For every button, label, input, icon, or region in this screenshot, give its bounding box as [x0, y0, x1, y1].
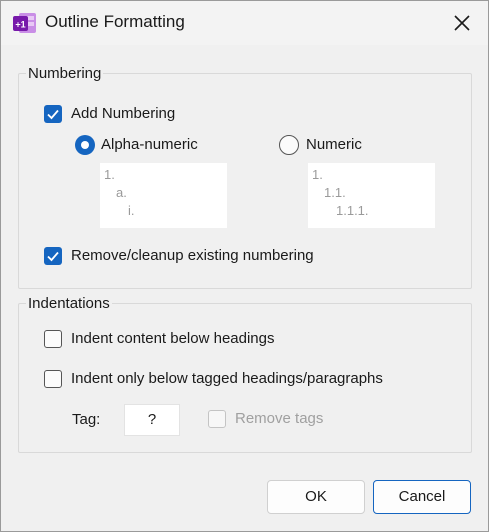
preview-line: i.: [128, 203, 135, 218]
alpha-numeric-preview: 1. a. i.: [100, 163, 227, 228]
numeric-label[interactable]: Numeric: [306, 136, 362, 153]
preview-line: a.: [116, 185, 127, 200]
preview-line: 1.: [104, 167, 115, 182]
remove-tags-label: Remove tags: [235, 410, 324, 427]
close-icon[interactable]: [447, 8, 477, 38]
indent-tagged-checkbox[interactable]: [44, 370, 62, 388]
numeric-radio[interactable]: [279, 135, 299, 155]
numbering-legend: Numbering: [26, 65, 104, 82]
onenote-app-icon: +1: [13, 13, 36, 33]
preview-line: 1.1.: [324, 185, 346, 200]
preview-line: 1.: [312, 167, 323, 182]
title-bar: +1 Outline Formatting: [1, 1, 488, 45]
add-numbering-label[interactable]: Add Numbering: [71, 105, 175, 122]
checkmark-icon: [47, 251, 59, 262]
preview-line: 1.1.1.: [336, 203, 369, 218]
app-icon-badge: +1: [15, 20, 25, 30]
remove-existing-numbering-label[interactable]: Remove/cleanup existing numbering: [71, 247, 314, 264]
remove-tags-checkbox[interactable]: [208, 410, 226, 428]
indent-below-headings-label[interactable]: Indent content below headings: [71, 330, 275, 347]
numeric-preview: 1. 1.1. 1.1.1.: [308, 163, 435, 228]
indent-tagged-label[interactable]: Indent only below tagged headings/paragr…: [71, 370, 383, 387]
tag-label: Tag:: [72, 411, 101, 428]
ok-button[interactable]: OK: [267, 480, 365, 514]
cancel-button[interactable]: Cancel: [373, 480, 471, 514]
dialog-title: Outline Formatting: [45, 12, 185, 31]
checkmark-icon: [47, 109, 59, 120]
indentations-legend: Indentations: [26, 295, 112, 312]
add-numbering-checkbox[interactable]: [44, 105, 62, 123]
outline-formatting-dialog: +1 Outline Formatting Numbering Add Numb…: [0, 0, 489, 532]
alpha-numeric-label[interactable]: Alpha-numeric: [101, 136, 198, 153]
remove-existing-numbering-checkbox[interactable]: [44, 247, 62, 265]
alpha-numeric-radio[interactable]: [75, 135, 95, 155]
tag-input[interactable]: ?: [124, 404, 180, 436]
indent-below-headings-checkbox[interactable]: [44, 330, 62, 348]
